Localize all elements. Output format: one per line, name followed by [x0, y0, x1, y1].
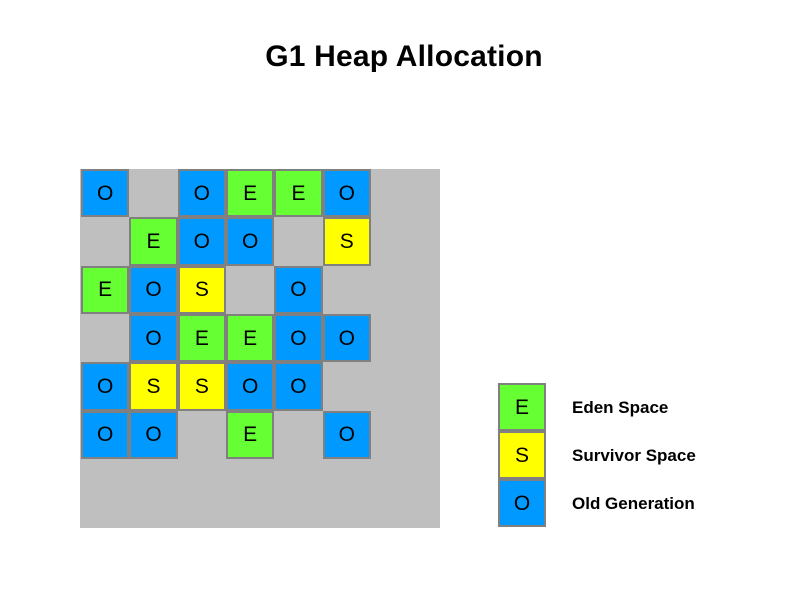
- heap-region-old: O: [129, 313, 178, 363]
- heap-region-old: O: [274, 362, 323, 411]
- heap-region-free: [274, 217, 322, 265]
- legend-label-old: Old Generation: [572, 493, 695, 513]
- heap-region-old: O: [274, 313, 323, 363]
- heap-region-survivor: S: [129, 362, 178, 411]
- heap-region-old: O: [129, 265, 178, 314]
- legend-label-survivor: Survivor Space: [572, 445, 696, 465]
- legend-item-eden: E Eden Space: [498, 383, 696, 431]
- heap-region-free: [81, 217, 129, 265]
- heap-region-old: O: [322, 313, 371, 363]
- legend-item-old: O Old Generation: [498, 479, 696, 527]
- heap-region-eden: E: [274, 169, 323, 218]
- heap-region-eden: E: [225, 169, 275, 218]
- legend-swatch-survivor: S: [498, 431, 546, 479]
- legend-label-eden: Eden Space: [572, 397, 669, 417]
- heap-region-old: O: [81, 410, 130, 459]
- page-title: G1 Heap Allocation: [265, 40, 543, 73]
- heap-region-eden: E: [177, 313, 226, 363]
- heap-region-old: O: [177, 217, 226, 266]
- heap-region-free: [323, 362, 371, 410]
- heap-region-old: O: [225, 217, 275, 266]
- heap-region-free: [81, 314, 129, 362]
- heap-region-old: O: [274, 265, 323, 314]
- heap-region-survivor: S: [322, 217, 371, 266]
- heap-region-free: [323, 266, 371, 314]
- legend-item-survivor: S Survivor Space: [498, 431, 696, 479]
- heap-region-old: O: [129, 410, 178, 459]
- heap-region-free: [274, 411, 322, 459]
- heap-region-free: [226, 266, 274, 314]
- heap-region-old: O: [81, 362, 130, 411]
- heap-region-eden: E: [225, 313, 275, 363]
- heap-region-survivor: S: [177, 265, 226, 314]
- heap-region-old: O: [225, 362, 275, 411]
- heap-region-eden: E: [129, 217, 178, 266]
- heap-region-grid: OOEEOEOOSEOSOOEEOOOSSOOOOEO: [81, 169, 371, 459]
- legend-swatch-eden: E: [498, 383, 546, 431]
- heap-region-old: O: [81, 169, 130, 218]
- heap-region-survivor: S: [177, 362, 226, 411]
- heap-region-free: [129, 169, 177, 217]
- heap-region-old: O: [322, 410, 371, 459]
- legend-swatch-old: O: [498, 479, 546, 527]
- heap-panel: OOEEOEOOSEOSOOEEOOOSSOOOOEO: [80, 169, 440, 528]
- heap-region-old: O: [322, 169, 371, 218]
- legend: E Eden Space S Survivor Space O Old Generatio…: [498, 383, 696, 527]
- heap-region-old: O: [177, 169, 226, 218]
- heap-region-free: [178, 411, 226, 459]
- heap-region-eden: E: [225, 410, 275, 459]
- heap-region-eden: E: [81, 265, 130, 314]
